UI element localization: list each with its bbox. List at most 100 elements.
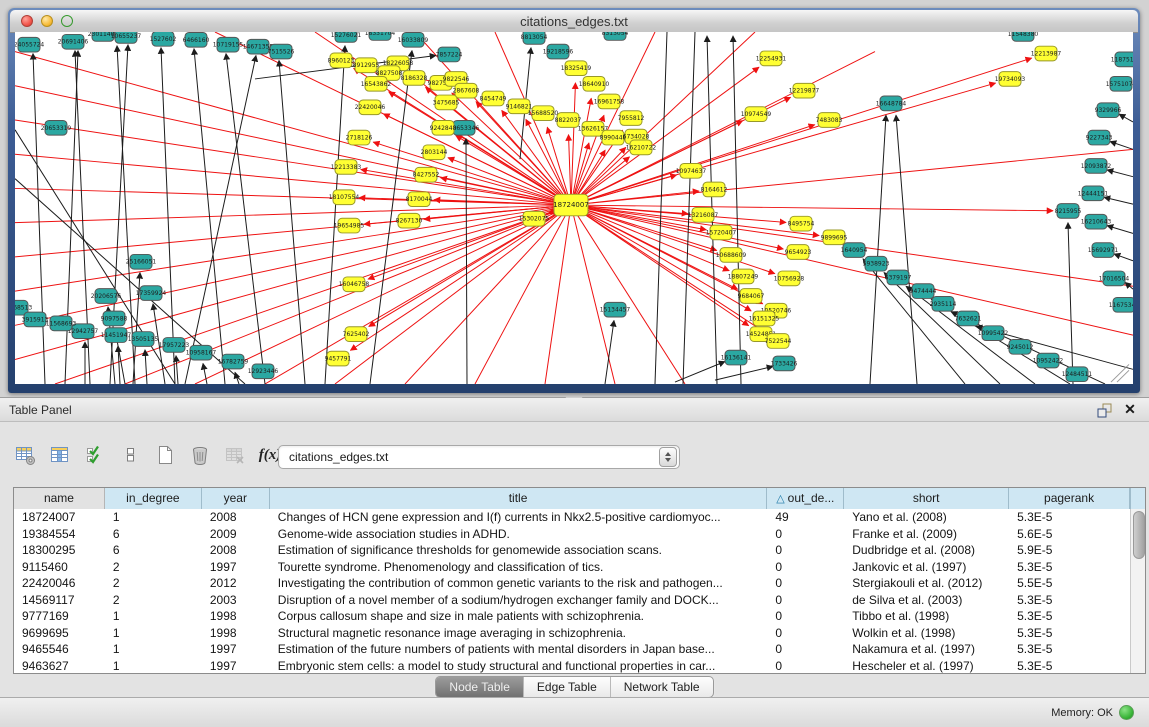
graph-node[interactable]: 2867608	[453, 83, 480, 98]
graph-edge[interactable]	[55, 205, 571, 384]
column-header-pagerank[interactable]: pagerank	[1009, 488, 1130, 509]
graph-edge[interactable]	[1107, 226, 1133, 234]
table-row[interactable]: 2242004622012Investigating the contribut…	[14, 575, 1130, 592]
graph-node[interactable]: 10974549	[741, 107, 772, 122]
graph-node[interactable]: 10952422	[1033, 353, 1064, 368]
graph-node[interactable]: 8164612	[701, 182, 728, 197]
graph-node[interactable]: 9684067	[738, 289, 765, 304]
graph-node[interactable]: 3915913	[22, 312, 49, 327]
table-row[interactable]: 1456911722003Disruption of a novel membe…	[14, 592, 1130, 609]
graph-node[interactable]: 16543862	[361, 76, 392, 91]
graph-node[interactable]: 18640910	[579, 76, 610, 91]
graph-node[interactable]: 25166051	[126, 254, 157, 269]
graph-node[interactable]: 7515526	[268, 44, 295, 59]
graph-edge[interactable]	[1110, 142, 1133, 150]
graph-node[interactable]: 19218596	[543, 44, 574, 59]
graph-node[interactable]: 16033809	[398, 32, 429, 47]
graph-edge[interactable]	[571, 205, 1133, 335]
graph-node[interactable]: 8267130	[396, 213, 423, 228]
table-row[interactable]: 946554611997Estimation of the future num…	[14, 641, 1130, 658]
column-header-year[interactable]: year	[202, 488, 270, 509]
graph-node[interactable]: 1733426	[771, 356, 798, 371]
new-document-icon[interactable]	[152, 442, 178, 468]
graph-node[interactable]: 1527602	[150, 32, 177, 46]
graph-node[interactable]: 24055724	[15, 37, 44, 52]
graph-node[interactable]: 6379197	[885, 270, 912, 285]
graph-edge[interactable]	[15, 205, 571, 223]
graph-node[interactable]: 10958167	[186, 345, 217, 360]
graph-edge[interactable]	[161, 48, 175, 384]
graph-node[interactable]: 12484511	[1062, 367, 1093, 382]
table-row[interactable]: 1938455462009Genome-wide association stu…	[14, 526, 1130, 543]
select-column-icon[interactable]	[47, 442, 73, 468]
graph-node[interactable]: 18807249	[728, 269, 759, 284]
graph-edge[interactable]	[335, 205, 571, 384]
graph-node[interactable]: 10655237	[111, 32, 142, 43]
graph-node[interactable]: 15134457	[600, 302, 631, 317]
column-header-short[interactable]: short	[844, 488, 1009, 509]
graph-node[interactable]: 8186328	[401, 71, 428, 86]
graph-node[interactable]: 9242848	[430, 120, 457, 135]
table-vertical-scrollbar[interactable]	[1130, 509, 1145, 673]
graph-edge[interactable]	[15, 154, 571, 205]
graph-node[interactable]: 7632621	[955, 311, 982, 326]
graph-edge[interactable]	[15, 205, 571, 291]
graph-node[interactable]: 22420046	[355, 100, 386, 115]
graph-nodes[interactable]: 2405572420691406230114061065523715276026…	[15, 32, 1133, 382]
graph-edge[interactable]	[571, 52, 875, 206]
graph-node[interactable]: 9097588	[101, 311, 128, 326]
graph-node[interactable]: 16210643	[1081, 214, 1112, 229]
graph-node[interactable]: 8313054	[602, 32, 629, 40]
graph-edge[interactable]	[1119, 114, 1133, 122]
graph-node[interactable]: 18331704	[365, 32, 396, 40]
graph-node[interactable]: 15751074	[1106, 76, 1133, 91]
window-titlebar[interactable]: citations_edges.txt	[10, 10, 1138, 33]
graph-node[interactable]: 19734093	[995, 72, 1026, 87]
graph-edge[interactable]	[863, 259, 965, 384]
graph-node[interactable]: 1640954	[841, 243, 868, 258]
graph-node[interactable]: 7483083	[816, 113, 843, 128]
graph-node[interactable]: 18724007	[553, 194, 589, 216]
graph-node[interactable]: 9457791	[325, 351, 352, 366]
graph-node[interactable]: 11548380	[1008, 32, 1039, 41]
graph-edge[interactable]	[145, 350, 147, 384]
graph-node[interactable]: 8427552	[413, 167, 440, 182]
graph-node[interactable]: 15276021	[331, 32, 362, 42]
graph-node[interactable]: 16648784	[876, 96, 907, 111]
graph-node[interactable]: 9329966	[1095, 103, 1122, 118]
graph-edge[interactable]	[1104, 197, 1133, 204]
scrollbar-thumb[interactable]	[1133, 511, 1145, 559]
memory-status-icon[interactable]	[1119, 705, 1134, 720]
graph-node[interactable]: 17016504	[1099, 271, 1130, 286]
graph-node[interactable]: 8454749	[480, 91, 507, 106]
graph-edge[interactable]	[1068, 223, 1073, 384]
graph-node[interactable]: 11675341	[1109, 297, 1133, 312]
graph-node[interactable]: 8495754	[788, 216, 815, 231]
graph-node[interactable]: 11875104	[1111, 52, 1133, 67]
graph-node[interactable]: 7857224	[436, 47, 463, 62]
graph-node[interactable]: 5938923	[863, 256, 890, 271]
graph-node[interactable]: 8215955	[1055, 204, 1082, 219]
graph-edge[interactable]	[15, 120, 571, 205]
graph-edge[interactable]	[279, 60, 305, 384]
column-header-title[interactable]: title	[270, 488, 768, 509]
graph-edge[interactable]	[176, 356, 178, 384]
graph-node[interactable]: 9474444	[910, 284, 937, 299]
graph-node[interactable]: 16961758	[594, 94, 625, 109]
graph-edge[interactable]	[896, 115, 917, 384]
graph-edge[interactable]	[195, 205, 571, 384]
graph-node[interactable]: 15720407	[706, 225, 737, 240]
graph-node[interactable]: 3475685	[433, 95, 460, 110]
graph-node[interactable]: 10756928	[774, 271, 805, 286]
rows-icon[interactable]	[117, 442, 143, 468]
column-header-name[interactable]: name	[14, 488, 105, 509]
graph-node[interactable]: 18107554	[329, 190, 360, 205]
graph-edge[interactable]	[733, 36, 741, 384]
graph-node[interactable]: 12923446	[248, 364, 279, 379]
graph-node[interactable]: 2803144	[421, 145, 448, 160]
table-row[interactable]: 969969511998Structural magnetic resonanc…	[14, 625, 1130, 642]
table-row[interactable]: 1830029562008Estimation of significance …	[14, 542, 1130, 559]
graph-edge[interactable]	[571, 205, 685, 384]
graph-edge[interactable]	[33, 54, 45, 384]
graph-node[interactable]: 17359924	[136, 286, 167, 301]
